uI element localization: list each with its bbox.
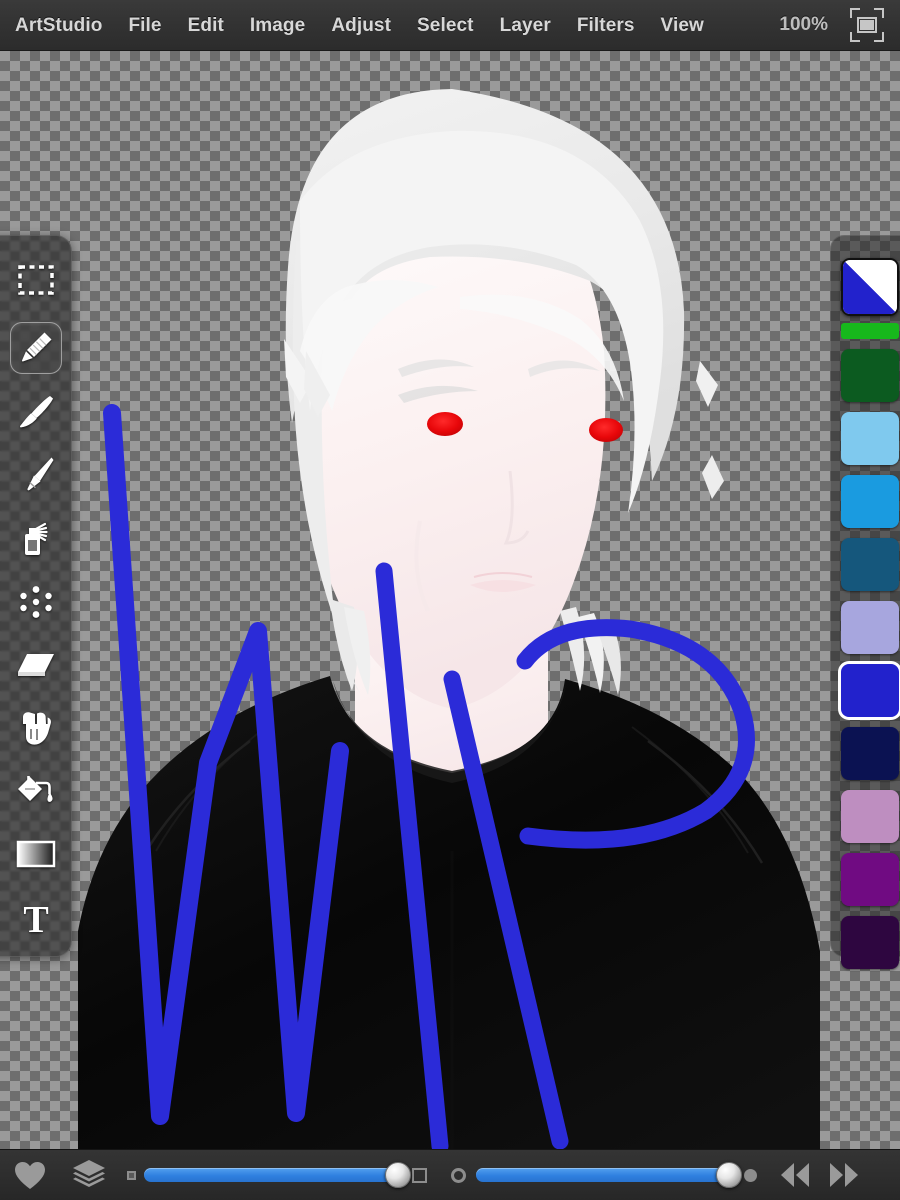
paint-bucket-tool[interactable] [10,766,62,818]
text-tool[interactable]: T [10,893,62,945]
swatch-teal-blue[interactable] [841,538,899,591]
menu-view[interactable]: View [648,0,717,51]
menu-layer[interactable]: Layer [487,0,564,51]
layers-icon[interactable] [60,1159,118,1191]
smudge-tool[interactable] [10,702,62,754]
menu-image[interactable]: Image [237,0,318,51]
gradient-tool[interactable] [10,828,62,880]
favorites-icon[interactable] [0,1161,60,1190]
swatch-dark-green[interactable] [841,349,899,402]
undo-icon[interactable] [771,1161,819,1189]
menu-filters[interactable]: Filters [564,0,648,51]
menu-edit[interactable]: Edit [175,0,237,51]
tool-panel: T [0,235,72,957]
menu-select[interactable]: Select [404,0,487,51]
foreground-background-color-swatch[interactable] [841,258,899,316]
swatch-light-blue[interactable] [841,412,899,465]
bottom-toolbar [0,1149,900,1200]
swatch-royal-blue[interactable] [841,664,899,717]
pencil-tool[interactable] [10,322,62,374]
swatch-sky-blue[interactable] [841,475,899,528]
small-square-icon [118,1170,144,1180]
fit-to-screen-icon[interactable] [850,8,884,42]
spray-can-tool[interactable] [10,513,62,565]
redo-icon[interactable] [819,1161,869,1189]
swatch-purple[interactable] [841,853,899,906]
color-palette [830,235,900,969]
zoom-level-label: 100% [779,14,828,35]
rectangular-marquee-tool[interactable] [10,254,62,306]
foreground-color-half [843,260,897,314]
ink-brush-tool[interactable] [10,448,62,500]
canvas-area[interactable] [0,51,900,1149]
svg-text:T: T [23,900,48,938]
swatch-dark-purple[interactable] [841,916,899,969]
artwork-layer [78,89,820,1149]
artstudio-window: ArtStudio File Edit Image Adjust Select … [0,0,900,1200]
dotted-brush-tool[interactable] [10,576,62,628]
menu-adjust[interactable]: Adjust [318,0,404,51]
swatch-periwinkle[interactable] [841,601,899,654]
brush-size-slider[interactable] [144,1162,411,1188]
swatch-mauve[interactable] [841,790,899,843]
opacity-slider[interactable] [476,1162,742,1188]
menu-artstudio[interactable]: ArtStudio [0,0,115,51]
hollow-circle-icon [440,1167,476,1183]
eraser-tool[interactable] [10,639,62,691]
paintbrush-tool[interactable] [10,386,62,438]
menu-bar: ArtStudio File Edit Image Adjust Select … [0,0,900,51]
swatch-navy[interactable] [841,727,899,780]
menu-file[interactable]: File [115,0,174,51]
accent-color-bar[interactable] [841,323,899,339]
